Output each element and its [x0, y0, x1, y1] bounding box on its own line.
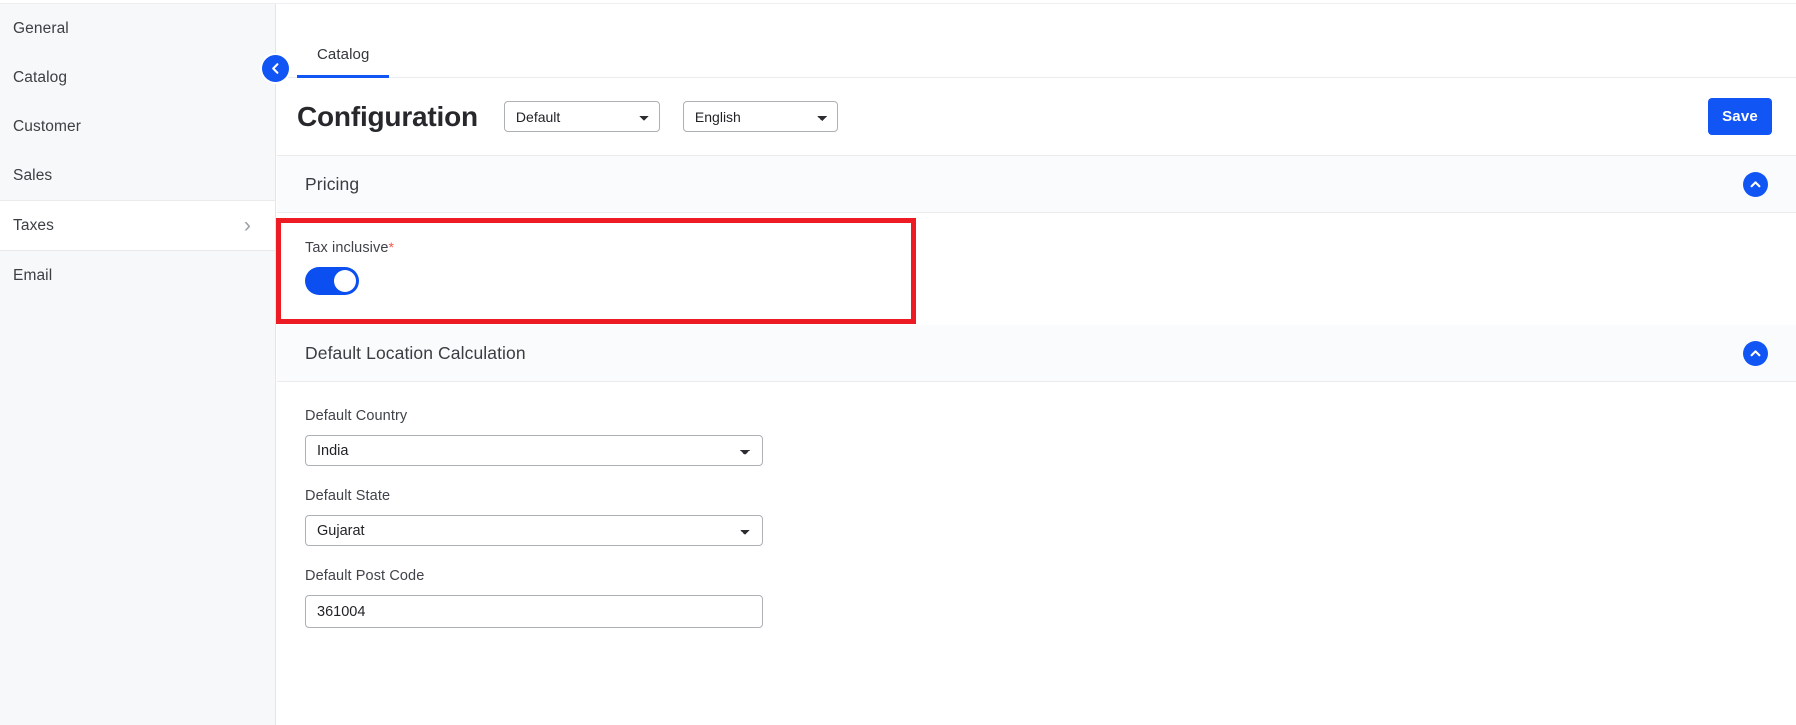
- default-state-label: Default State: [305, 488, 391, 504]
- sidebar-item-customer[interactable]: Customer ›: [0, 102, 275, 151]
- default-state-select[interactable]: Gujarat: [305, 515, 763, 546]
- sidebar-item-general[interactable]: General ›: [0, 4, 275, 53]
- section-collapse-pricing-button[interactable]: [1743, 171, 1768, 197]
- section-collapse-default-location-button[interactable]: [1743, 340, 1768, 366]
- chevron-up-icon: [1750, 180, 1761, 187]
- save-button[interactable]: Save: [1708, 98, 1772, 135]
- sidebar-item-sales[interactable]: Sales ›: [0, 151, 275, 200]
- default-post-code-label: Default Post Code: [305, 568, 425, 584]
- sidebar-item-label: Email: [13, 266, 53, 284]
- chevron-up-icon: [1750, 349, 1761, 356]
- chevron-left-icon: [272, 63, 279, 74]
- language-select[interactable]: English: [682, 101, 838, 132]
- sidebar-item-email[interactable]: Email ›: [0, 251, 275, 300]
- app-root: General › Catalog › Customer › Sales › T…: [0, 0, 1796, 725]
- field-default-country: Default Country India: [305, 408, 1768, 466]
- chevron-right-icon: ›: [243, 214, 251, 237]
- section-title: Default Location Calculation: [305, 342, 526, 363]
- default-country-select[interactable]: India: [305, 435, 763, 466]
- tab-catalog[interactable]: Catalog: [297, 46, 390, 78]
- section-default-location-calculation: Default Location Calculation Default Cou…: [277, 325, 1796, 628]
- main-content: Catalog Configuration Default English Sa…: [277, 4, 1796, 725]
- required-marker: *: [388, 239, 395, 255]
- default-country-label: Default Country: [305, 408, 408, 424]
- sidebar-item-label: Taxes: [13, 216, 54, 234]
- window-top-edge: [0, 0, 1796, 4]
- store-scope-select[interactable]: Default: [503, 101, 660, 132]
- collapse-sidebar-button[interactable]: [262, 55, 289, 82]
- tab-label: Catalog: [317, 46, 370, 63]
- default-post-code-input[interactable]: [305, 595, 763, 628]
- sidebar-item-label: Catalog: [13, 68, 68, 86]
- sidebar-item-label: General: [13, 19, 69, 37]
- page-title: Configuration: [297, 100, 478, 132]
- section-body-pricing: Tax inclusive*: [277, 213, 1796, 325]
- sidebar-item-label: Customer: [13, 117, 81, 135]
- sidebar-item-taxes[interactable]: Taxes ›: [0, 200, 275, 251]
- settings-sidebar: General › Catalog › Customer › Sales › T…: [0, 4, 276, 725]
- tab-bar: Catalog: [277, 4, 1796, 78]
- sidebar-item-catalog[interactable]: Catalog ›: [0, 53, 275, 102]
- field-default-post-code: Default Post Code: [305, 568, 1768, 628]
- toggle-knob: [334, 270, 356, 292]
- section-body-default-location: Default Country India Default State Guja…: [277, 382, 1796, 628]
- field-default-state: Default State Gujarat: [305, 488, 1768, 546]
- tax-inclusive-label: Tax inclusive*: [305, 239, 395, 256]
- section-header-default-location: Default Location Calculation: [277, 325, 1796, 382]
- configuration-toolbar: Configuration Default English Save: [277, 78, 1796, 156]
- tax-inclusive-toggle[interactable]: [305, 267, 359, 295]
- section-header-pricing: Pricing: [277, 156, 1796, 213]
- sidebar-item-label: Sales: [13, 166, 53, 184]
- section-title: Pricing: [305, 173, 360, 194]
- section-pricing: Pricing Tax inclusive*: [277, 156, 1796, 325]
